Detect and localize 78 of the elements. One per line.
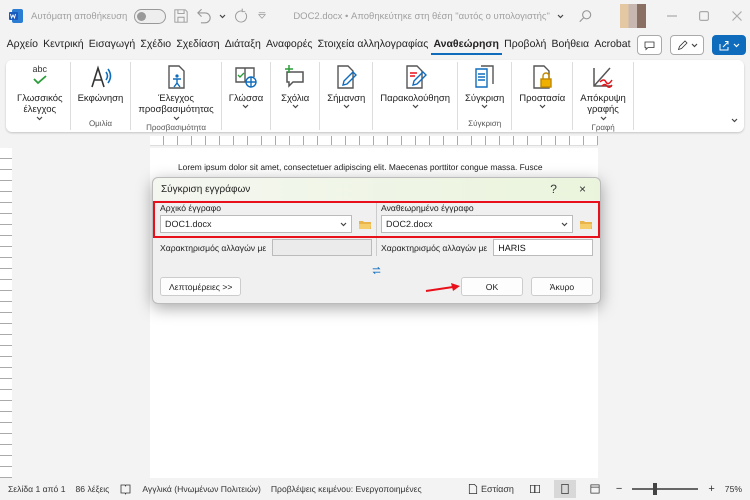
- avatar-placeholder[interactable]: [620, 4, 646, 28]
- ribbon-tab[interactable]: Προβολή: [502, 35, 549, 55]
- ribbon-tab[interactable]: Αναφορές: [263, 35, 316, 55]
- group-label: Σύγκριση: [468, 119, 502, 130]
- ribbon-command[interactable]: Σήμανση: [324, 62, 368, 119]
- share-button[interactable]: [712, 35, 746, 55]
- redo-icon: [233, 8, 250, 24]
- ribbon-tab[interactable]: Σχέδιο: [138, 35, 174, 55]
- close-button[interactable]: ×: [572, 182, 592, 196]
- ribbon-command[interactable]: Εκφώνηση: [74, 62, 126, 119]
- document-combo[interactable]: DOC2.docx: [381, 215, 573, 233]
- ribbon-command[interactable]: Σύγκριση: [462, 62, 508, 119]
- caret-icon: [731, 118, 738, 123]
- field-label: Αναθεωρημένο έγγραφο: [381, 203, 475, 213]
- more-button[interactable]: Λεπτομέρειες >>: [160, 277, 242, 296]
- ribbon-command[interactable]: Παρακολούθηση: [377, 62, 454, 119]
- ribbon-command[interactable]: Σχόλια: [275, 62, 316, 119]
- caret-icon: [340, 222, 347, 226]
- swap-icon: [371, 265, 382, 276]
- caret-icon: [691, 42, 698, 48]
- ribbon-tab[interactable]: Εισαγωγή: [86, 35, 138, 55]
- ribbon-tab[interactable]: Σχεδίαση: [174, 35, 222, 55]
- view-mode-button[interactable]: [554, 480, 576, 498]
- zoom-thumb[interactable]: [653, 483, 658, 495]
- print-layout-icon: [558, 483, 571, 495]
- comments-button[interactable]: [637, 35, 662, 55]
- read-mode-icon: [528, 483, 541, 495]
- ribbon-command[interactable]: Προστασία: [516, 62, 568, 119]
- field-label: Χαρακτηρισμός αλλαγών με: [381, 242, 488, 252]
- cancel-button[interactable]: Άκυρο: [531, 277, 593, 296]
- web-layout-icon: [588, 483, 601, 495]
- ribbon-tab[interactable]: Acrobat: [592, 35, 634, 55]
- caret-icon: [556, 14, 564, 18]
- ok-button[interactable]: OK: [461, 277, 523, 296]
- ribbon-tab[interactable]: Στοιχεία αλληλογραφίας: [315, 35, 431, 55]
- autosave-toggle[interactable]: [134, 8, 166, 24]
- caret-icon: [733, 42, 740, 48]
- ribbon-command[interactable]: Απόκρυψη γραφής: [577, 62, 629, 123]
- page-count[interactable]: Σελίδα 1 από 1: [8, 484, 66, 494]
- word-logo-icon: [8, 8, 24, 24]
- editing-button[interactable]: [670, 35, 704, 55]
- field-label: Χαρακτηρισμός αλλαγών με: [160, 242, 266, 252]
- comment-icon: [643, 38, 656, 52]
- focus-button[interactable]: Εστίαση: [467, 479, 514, 499]
- ribbon-command[interactable]: Γλώσσα: [226, 62, 266, 119]
- undo-icon: [196, 8, 212, 24]
- annotation-arrow: [425, 282, 461, 294]
- ribbon-tab[interactable]: Διάταξη: [222, 35, 264, 55]
- group-label: Προσβασιμότητα: [146, 122, 206, 132]
- ribbon-command[interactable]: Έλεγχος προσβασιμότητας: [135, 62, 217, 123]
- dialog-title: Σύγκριση εγγράφων: [161, 184, 252, 194]
- author-field[interactable]: HARIS: [493, 239, 593, 256]
- autosave-label: Αυτόματη αποθήκευση: [31, 10, 128, 22]
- group-label: Ομιλία: [88, 119, 112, 130]
- ribbon-tab[interactable]: Αναθεώρηση: [430, 35, 502, 55]
- caret-icon: [561, 222, 568, 226]
- document-title: DOC2.docx • Αποθηκεύτηκε στη θέση "αυτός ο υπολογιστής": [293, 10, 550, 22]
- zoom-out-button[interactable]: −: [616, 483, 622, 495]
- share-icon: [718, 38, 731, 52]
- ribbon-tab[interactable]: Αρχείο: [4, 35, 41, 55]
- document-icon: [467, 483, 480, 495]
- ribbon-tab[interactable]: Βοήθεια: [548, 35, 592, 55]
- pen-icon: [676, 38, 689, 52]
- document-text: Lorem ipsum dolor sit amet, consectetuer adipiscing elit. Maecenas porttitor congue massa. Fusce: [178, 162, 544, 172]
- field-label: Αρχικό έγγραφο: [160, 203, 222, 213]
- zoom-in-button[interactable]: +: [708, 483, 715, 495]
- language-status[interactable]: Αγγλικά (Ηνωμένων Πολιτειών): [142, 484, 261, 494]
- help-button[interactable]: ?: [544, 182, 563, 196]
- save-icon: [173, 8, 190, 24]
- text-predictions-status[interactable]: Προβλέψεις κειμένου: Ενεργοποιημένες: [270, 484, 422, 494]
- search-icon: [578, 8, 593, 24]
- group-label: Γραφή: [591, 122, 615, 132]
- ribbon-tab[interactable]: Κεντρική: [40, 35, 86, 55]
- proofing-book-icon: [119, 482, 132, 496]
- word-count[interactable]: 86 λέξεις: [76, 484, 110, 494]
- caret-icon: [219, 14, 226, 18]
- ribbon-command[interactable]: abc Γλωσσικός έλεγχος: [14, 62, 66, 123]
- zoom-level[interactable]: 75%: [724, 484, 742, 494]
